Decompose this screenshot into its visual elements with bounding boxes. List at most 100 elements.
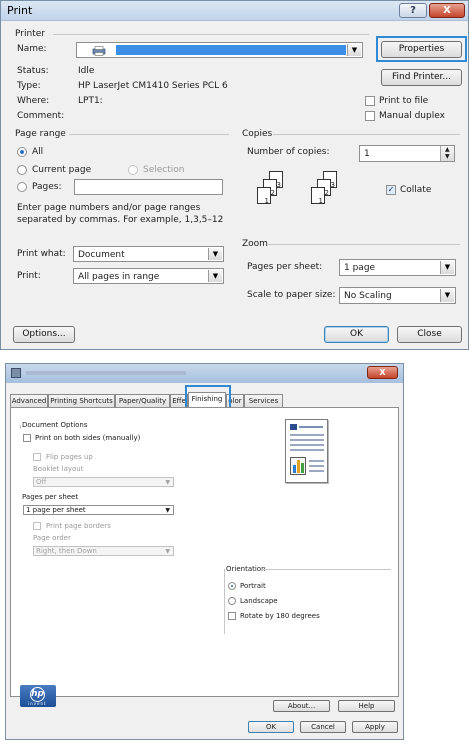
printer-properties-dialog: X Advanced Printing Shortcuts Paper/Qual… [5, 363, 404, 740]
print-what-value: Document [78, 250, 125, 260]
chevron-down-icon[interactable]: ▼ [165, 478, 170, 487]
pages-radio[interactable] [17, 182, 27, 192]
collate-illustration: 3 2 1 3 2 1 [253, 171, 363, 223]
pages-per-sheet-select[interactable]: 1 page ▼ [339, 259, 456, 276]
page-range-group-label: Page range [15, 129, 66, 139]
collate-checkbox[interactable]: ✓ [386, 185, 396, 195]
chevron-down-icon[interactable]: ▼ [347, 44, 361, 56]
hp-logo-mark: hp [30, 687, 45, 702]
preview-text-line [309, 460, 324, 462]
find-printer-button[interactable]: Find Printer... [381, 69, 462, 86]
booklet-layout-select[interactable]: Off ▼ [33, 477, 174, 487]
selected-printer-highlight [116, 45, 346, 55]
properties-button[interactable]: Properties [381, 41, 462, 58]
preview-text-line [290, 434, 324, 436]
ok-button[interactable]: OK [324, 326, 389, 343]
pages-per-sheet-label: Pages per sheet: [247, 262, 323, 272]
copies-divider [273, 134, 460, 135]
all-radio[interactable] [17, 147, 27, 157]
printer-name-select[interactable]: ▼ [76, 42, 363, 58]
print-page-borders-checkbox[interactable] [33, 522, 41, 530]
pages-label: Pages: [32, 182, 62, 192]
chevron-down-icon[interactable]: ▼ [165, 506, 170, 515]
name-label: Name: [17, 44, 47, 54]
page-order-select[interactable]: Right, then Down ▼ [33, 546, 174, 556]
print-pages-select[interactable]: All pages in range ▼ [73, 268, 224, 284]
print-to-file-checkbox[interactable] [365, 96, 375, 106]
print-what-select[interactable]: Document ▼ [73, 246, 224, 262]
orientation-divider [261, 569, 391, 570]
page-range-divider [69, 134, 229, 135]
print-dialog: Print ? X Printer Name: ▼ Properties Sta… [0, 0, 469, 350]
where-value: LPT1: [78, 96, 103, 106]
landscape-label: Landscape [240, 597, 278, 605]
selection-radio[interactable] [128, 165, 138, 175]
help-button[interactable]: ? [399, 3, 427, 18]
type-label: Type: [17, 81, 41, 91]
apply-button[interactable]: Apply [352, 721, 398, 733]
printer-icon [11, 368, 21, 378]
print-label: Print: [17, 271, 41, 281]
rotate-180-checkbox[interactable] [228, 612, 236, 620]
chevron-down-icon[interactable]: ▼ [440, 261, 454, 274]
pages-hint: Enter page numbers and/or page ranges se… [17, 203, 224, 225]
where-label: Where: [17, 96, 50, 106]
collate-page-icon: 1 [257, 187, 271, 205]
close-icon[interactable]: X [367, 366, 398, 379]
about-button[interactable]: About... [273, 700, 330, 712]
blurred-title [26, 371, 186, 375]
pages-input[interactable] [74, 179, 223, 195]
cancel-button[interactable]: Cancel [300, 721, 346, 733]
zoom-group-label: Zoom [242, 239, 268, 249]
rotate-180-label: Rotate by 180 degrees [240, 612, 320, 620]
chevron-down-icon[interactable]: ▼ [208, 270, 222, 282]
help-button[interactable]: Help [338, 700, 395, 712]
page-order-value: Right, then Down [36, 547, 97, 555]
flip-pages-up-checkbox[interactable] [33, 453, 41, 461]
preview-text-line [290, 449, 324, 451]
copies-spinner[interactable]: ▲ ▼ [440, 146, 454, 161]
tab-services[interactable]: Services [244, 394, 283, 407]
scale-select[interactable]: No Scaling ▼ [339, 287, 456, 304]
preview-chart-bar [297, 460, 300, 473]
portrait-label: Portrait [240, 582, 266, 590]
copies-group-label: Copies [242, 129, 273, 139]
pages-per-sheet-select[interactable]: 1 page per sheet ▼ [23, 505, 174, 515]
printer-icon [92, 46, 106, 56]
tab-printing-shortcuts[interactable]: Printing Shortcuts [48, 394, 115, 407]
print-both-sides-checkbox[interactable] [23, 434, 31, 442]
scale-label: Scale to paper size: [247, 290, 336, 300]
manual-duplex-checkbox[interactable] [365, 111, 375, 121]
pages-per-sheet-value: 1 page [344, 263, 376, 273]
chevron-down-icon[interactable]: ▼ [165, 547, 170, 556]
tab-advanced[interactable]: Advanced [10, 394, 48, 407]
preview-text-line [290, 439, 324, 441]
chevron-down-icon[interactable]: ▼ [208, 248, 222, 260]
orientation-group-edge [224, 569, 225, 634]
options-button[interactable]: Options... [13, 326, 75, 343]
copies-input[interactable]: 1 ▲ ▼ [359, 145, 455, 162]
print-pages-value: All pages in range [78, 272, 160, 282]
close-icon[interactable]: X [429, 3, 465, 18]
page-order-label: Page order [33, 534, 71, 542]
ok-button[interactable]: OK [248, 721, 294, 733]
flip-pages-up-label: Flip pages up [46, 453, 93, 461]
hp-logo: hp invent [20, 685, 56, 707]
close-button[interactable]: Close [397, 326, 462, 343]
hp-logo-sub: invent [28, 701, 47, 706]
landscape-radio[interactable] [228, 597, 236, 605]
spin-up-icon[interactable]: ▲ [445, 146, 450, 153]
print-page-borders-label: Print page borders [46, 522, 111, 530]
booklet-layout-value: Off [36, 478, 47, 486]
preview-text-line [309, 470, 324, 472]
preview-chart-icon [290, 457, 306, 475]
tab-paper-quality[interactable]: Paper/Quality [115, 394, 170, 407]
preview-heading-block [290, 424, 297, 430]
comment-label: Comment: [17, 111, 65, 121]
chevron-down-icon[interactable]: ▼ [440, 289, 454, 302]
portrait-radio[interactable] [228, 582, 236, 590]
spin-down-icon[interactable]: ▼ [445, 153, 450, 160]
preview-text-line [299, 426, 323, 428]
properties-titlebar: X [6, 364, 403, 383]
current-page-radio[interactable] [17, 165, 27, 175]
